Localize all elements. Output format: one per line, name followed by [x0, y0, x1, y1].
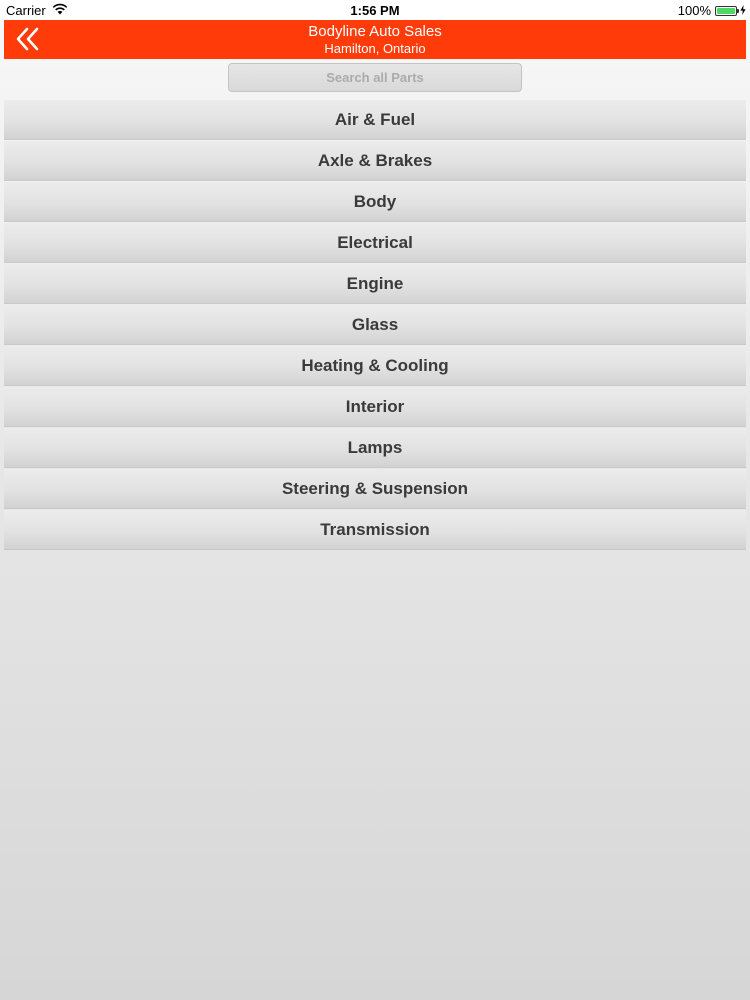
- category-item-heating-cooling[interactable]: Heating & Cooling: [4, 346, 746, 386]
- category-item-axle-brakes[interactable]: Axle & Brakes: [4, 141, 746, 181]
- page-title: Bodyline Auto Sales: [308, 23, 442, 40]
- status-bar: Carrier 1:56 PM 100%: [0, 0, 750, 20]
- battery-level-fill: [717, 7, 735, 14]
- category-item-interior[interactable]: Interior: [4, 387, 746, 427]
- category-item-body[interactable]: Body: [4, 182, 746, 222]
- category-item-engine[interactable]: Engine: [4, 264, 746, 304]
- nav-bar: Bodyline Auto Sales Hamilton, Ontario: [4, 20, 746, 59]
- category-item-steering-suspension[interactable]: Steering & Suspension: [4, 469, 746, 509]
- search-input[interactable]: [228, 63, 522, 92]
- category-item-electrical[interactable]: Electrical: [4, 223, 746, 263]
- battery-percent: 100%: [677, 3, 711, 18]
- category-list: Air & Fuel Axle & Brakes Body Electrical…: [4, 100, 746, 551]
- page-subtitle: Hamilton, Ontario: [324, 41, 426, 56]
- status-right: 100%: [678, 3, 746, 18]
- category-item-lamps[interactable]: Lamps: [4, 428, 746, 468]
- category-item-air-fuel[interactable]: Air & Fuel: [4, 100, 746, 140]
- charging-bolt-icon: [740, 3, 746, 18]
- category-item-transmission[interactable]: Transmission: [4, 510, 746, 550]
- category-item-glass[interactable]: Glass: [4, 305, 746, 345]
- battery-icon: [715, 5, 739, 16]
- status-time: 1:56 PM: [350, 3, 400, 18]
